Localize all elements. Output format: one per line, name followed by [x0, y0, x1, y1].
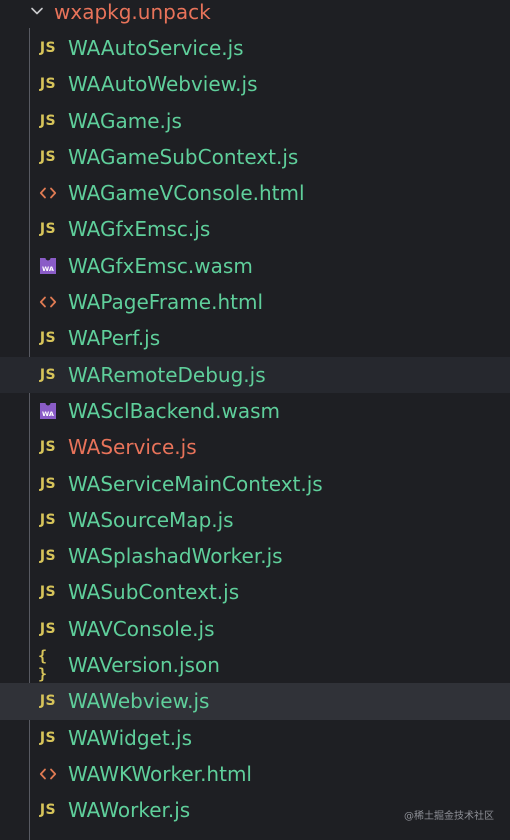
file-row[interactable]: JS WAService.js	[0, 429, 510, 465]
js-file-icon: JS	[39, 511, 57, 528]
js-file-icon: JS	[39, 693, 57, 710]
js-file-icon: JS	[39, 366, 57, 383]
file-label[interactable]: WAGfxEmsc.wasm	[68, 251, 253, 281]
file-label[interactable]: WAWKWorker.html	[68, 759, 252, 789]
file-label[interactable]: WAGfxEmsc.js	[68, 214, 210, 244]
json-file-icon: { }	[38, 647, 47, 684]
file-row[interactable]: JS WARemoteDebug.js	[0, 356, 510, 393]
file-row[interactable]: WA WAGfxEmsc.wasm	[0, 248, 510, 284]
file-row[interactable]: JS WAAutoService.js	[0, 30, 510, 66]
wasm-file-icon: WA	[38, 401, 58, 421]
file-label[interactable]: WAGame.js	[68, 106, 182, 136]
html-file-icon	[38, 764, 58, 784]
file-label[interactable]: WAService.js	[68, 432, 197, 462]
svg-text:WA: WA	[42, 265, 54, 273]
file-label[interactable]: WASourceMap.js	[68, 505, 234, 535]
file-label[interactable]: WAPageFrame.html	[68, 287, 263, 317]
file-row[interactable]: JS WAServiceMainContext.js	[0, 466, 510, 502]
file-row[interactable]: JS WAAutoWebview.js	[0, 66, 510, 102]
file-label[interactable]: WAGameSubContext.js	[68, 142, 298, 172]
js-file-icon: JS	[39, 620, 57, 637]
file-label[interactable]: WAVConsole.js	[68, 614, 215, 644]
file-row[interactable]: JS WASplashadWorker.js	[0, 538, 510, 574]
file-label[interactable]: WAWorker.js	[68, 795, 190, 825]
file-label[interactable]: WAAutoWebview.js	[68, 69, 258, 99]
html-file-icon	[38, 183, 58, 203]
file-label[interactable]: WARemoteDebug.js	[68, 360, 266, 390]
file-row[interactable]: WAGameVConsole.html	[0, 175, 510, 211]
chevron-down-icon[interactable]	[30, 3, 44, 17]
file-label[interactable]: WAPerf.js	[68, 323, 160, 353]
file-row[interactable]: WA WASclBackend.wasm	[0, 393, 510, 429]
file-label[interactable]: WASclBackend.wasm	[68, 396, 280, 426]
js-file-icon: JS	[39, 584, 57, 601]
file-label[interactable]: WAAutoService.js	[68, 33, 244, 63]
js-file-icon: JS	[39, 439, 57, 456]
file-row[interactable]: WAPageFrame.html	[0, 284, 510, 320]
file-row[interactable]: JS WAGfxEmsc.js	[0, 211, 510, 247]
file-row[interactable]: JS WAWebview.js	[0, 683, 510, 720]
js-file-icon: JS	[39, 112, 57, 129]
file-label[interactable]: WASubContext.js	[68, 577, 239, 607]
file-label[interactable]: WAWidget.js	[68, 723, 192, 753]
folder-row-wxapkg-unpack[interactable]: wxapkg.unpack	[0, 0, 510, 28]
js-file-icon: JS	[39, 729, 57, 746]
wasm-file-icon: WA	[38, 256, 58, 276]
js-file-icon: JS	[39, 40, 57, 56]
file-row[interactable]: { } WAVersion.json	[0, 647, 510, 683]
file-row[interactable]: JS WAVConsole.js	[0, 611, 510, 647]
js-file-icon: JS	[39, 221, 57, 238]
file-row[interactable]: JS WAPerf.js	[0, 320, 510, 356]
file-label[interactable]: WAGameVConsole.html	[68, 178, 305, 208]
file-row[interactable]: JS WAGame.js	[0, 103, 510, 139]
file-row[interactable]: JS WASourceMap.js	[0, 502, 510, 538]
file-row[interactable]: JS WAGameSubContext.js	[0, 139, 510, 175]
svg-text:WA: WA	[42, 410, 54, 418]
file-row[interactable]: JS WAWidget.js	[0, 720, 510, 756]
file-list: JS WAAutoService.js JS WAAutoWebview.js JS WA…	[0, 30, 510, 829]
js-file-icon: JS	[39, 148, 57, 165]
file-row[interactable]: WAWKWorker.html	[0, 756, 510, 792]
file-label[interactable]: WAWebview.js	[68, 686, 209, 716]
file-label[interactable]: WASplashadWorker.js	[68, 541, 283, 571]
js-file-icon: JS	[39, 76, 57, 93]
js-file-icon: JS	[39, 475, 57, 492]
watermark-text: @稀土掘金技术社区	[404, 811, 494, 822]
folder-label[interactable]: wxapkg.unpack	[54, 0, 211, 26]
file-row[interactable]: JS WASubContext.js	[0, 574, 510, 610]
html-file-icon	[38, 292, 58, 312]
file-label[interactable]: WAVersion.json	[68, 650, 220, 680]
file-label[interactable]: WAServiceMainContext.js	[68, 469, 323, 499]
js-file-icon: JS	[39, 548, 57, 565]
file-explorer-tree: wxapkg.unpack JS WAAutoService.js JS WAAuto…	[0, 0, 510, 840]
js-file-icon: JS	[39, 330, 57, 347]
js-file-icon: JS	[39, 802, 57, 819]
